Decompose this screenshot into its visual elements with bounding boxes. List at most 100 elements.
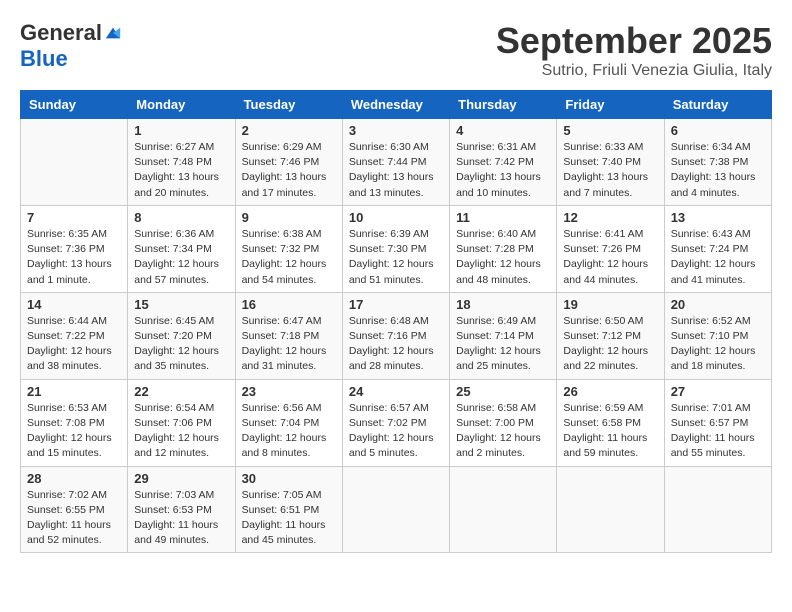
calendar-cell: 3Sunrise: 6:30 AMSunset: 7:44 PMDaylight…	[342, 119, 449, 206]
header-thursday: Thursday	[450, 91, 557, 119]
day-info: Sunrise: 6:43 AMSunset: 7:24 PMDaylight:…	[671, 227, 765, 288]
calendar-cell: 13 Sunrise: 6:43 AMSunset: 7:24 PMDayligh…	[664, 205, 771, 292]
day-info: Sunrise: 6:49 AMSunset: 7:14 PMDaylight:…	[456, 314, 550, 375]
day-number: 11	[456, 210, 550, 225]
day-info: Sunrise: 6:29 AMSunset: 7:46 PMDaylight:…	[242, 140, 336, 201]
calendar-cell: 4 Sunrise: 6:31 AMSunset: 7:42 PMDaylight…	[450, 119, 557, 206]
day-info: Sunrise: 7:01 AMSunset: 6:57 PMDaylight:…	[671, 401, 765, 462]
day-info: Sunrise: 6:39 AMSunset: 7:30 PMDaylight:…	[349, 227, 443, 288]
logo-blue: Blue	[20, 46, 68, 71]
title-section: September 2025 Sutrio, Friuli Venezia Gi…	[496, 20, 772, 80]
day-info: Sunrise: 6:44 AMSunset: 7:22 PMDaylight:…	[27, 314, 121, 375]
day-number: 25	[456, 384, 550, 399]
day-number: 24	[349, 384, 443, 399]
day-number: 29	[134, 471, 228, 486]
header-tuesday: Tuesday	[235, 91, 342, 119]
calendar-cell: 25 Sunrise: 6:58 AMSunset: 7:00 PMDayligh…	[450, 379, 557, 466]
day-number: 21	[27, 384, 121, 399]
subtitle: Sutrio, Friuli Venezia Giulia, Italy	[496, 62, 772, 80]
logo: General Blue	[20, 20, 122, 72]
header-wednesday: Wednesday	[342, 91, 449, 119]
calendar-cell: 19Sunrise: 6:50 AMSunset: 7:12 PMDayligh…	[557, 292, 664, 379]
calendar-cell: 20 Sunrise: 6:52 AMSunset: 7:10 PMDayligh…	[664, 292, 771, 379]
day-number: 7	[27, 210, 121, 225]
day-number: 13	[671, 210, 765, 225]
day-number: 12	[563, 210, 657, 225]
day-info: Sunrise: 6:47 AMSunset: 7:18 PMDaylight:…	[242, 314, 336, 375]
day-number: 5	[563, 123, 657, 138]
calendar-cell: 2 Sunrise: 6:29 AMSunset: 7:46 PMDaylight…	[235, 119, 342, 206]
calendar-cell: 15 Sunrise: 6:45 AMSunset: 7:20 PMDayligh…	[128, 292, 235, 379]
calendar-cell: 28 Sunrise: 7:02 AMSunset: 6:55 PMDayligh…	[21, 466, 128, 553]
day-info: Sunrise: 6:34 AMSunset: 7:38 PMDaylight:…	[671, 140, 765, 201]
calendar-cell	[342, 466, 449, 553]
day-number: 6	[671, 123, 765, 138]
day-info: Sunrise: 6:54 AMSunset: 7:06 PMDaylight:…	[134, 401, 228, 462]
calendar-cell: 30Sunrise: 7:05 AMSunset: 6:51 PMDayligh…	[235, 466, 342, 553]
calendar-header-row: SundayMondayTuesdayWednesdayThursdayFrid…	[21, 91, 772, 119]
day-number: 10	[349, 210, 443, 225]
logo-icon	[104, 24, 122, 42]
calendar-cell: 7 Sunrise: 6:35 AMSunset: 7:36 PMDaylight…	[21, 205, 128, 292]
day-info: Sunrise: 6:35 AMSunset: 7:36 PMDaylight:…	[27, 227, 121, 288]
day-info: Sunrise: 6:58 AMSunset: 7:00 PMDaylight:…	[456, 401, 550, 462]
calendar-cell: 22 Sunrise: 6:54 AMSunset: 7:06 PMDayligh…	[128, 379, 235, 466]
day-number: 15	[134, 297, 228, 312]
header-friday: Friday	[557, 91, 664, 119]
day-number: 8	[134, 210, 228, 225]
day-number: 18	[456, 297, 550, 312]
calendar-cell: 16Sunrise: 6:47 AMSunset: 7:18 PMDayligh…	[235, 292, 342, 379]
day-info: Sunrise: 7:03 AMSunset: 6:53 PMDaylight:…	[134, 488, 228, 549]
header-monday: Monday	[128, 91, 235, 119]
week-row-1: 1 Sunrise: 6:27 AMSunset: 7:48 PMDaylight…	[21, 119, 772, 206]
calendar-cell	[664, 466, 771, 553]
day-number: 9	[242, 210, 336, 225]
calendar-cell: 21 Sunrise: 6:53 AMSunset: 7:08 PMDayligh…	[21, 379, 128, 466]
calendar-cell: 27Sunrise: 7:01 AMSunset: 6:57 PMDayligh…	[664, 379, 771, 466]
day-number: 3	[349, 123, 443, 138]
calendar-cell: 5 Sunrise: 6:33 AMSunset: 7:40 PMDaylight…	[557, 119, 664, 206]
day-number: 14	[27, 297, 121, 312]
calendar-cell	[450, 466, 557, 553]
day-info: Sunrise: 6:31 AMSunset: 7:42 PMDaylight:…	[456, 140, 550, 201]
day-info: Sunrise: 6:40 AMSunset: 7:28 PMDaylight:…	[456, 227, 550, 288]
day-number: 22	[134, 384, 228, 399]
day-number: 4	[456, 123, 550, 138]
day-info: Sunrise: 6:36 AMSunset: 7:34 PMDaylight:…	[134, 227, 228, 288]
day-number: 1	[134, 123, 228, 138]
calendar-cell: 29 Sunrise: 7:03 AMSunset: 6:53 PMDayligh…	[128, 466, 235, 553]
week-row-3: 14 Sunrise: 6:44 AMSunset: 7:22 PMDayligh…	[21, 292, 772, 379]
calendar-cell: 24Sunrise: 6:57 AMSunset: 7:02 PMDayligh…	[342, 379, 449, 466]
calendar-cell: 8 Sunrise: 6:36 AMSunset: 7:34 PMDaylight…	[128, 205, 235, 292]
day-number: 2	[242, 123, 336, 138]
calendar-cell: 14 Sunrise: 6:44 AMSunset: 7:22 PMDayligh…	[21, 292, 128, 379]
calendar: SundayMondayTuesdayWednesdayThursdayFrid…	[20, 90, 772, 553]
day-info: Sunrise: 6:59 AMSunset: 6:58 PMDaylight:…	[563, 401, 657, 462]
day-info: Sunrise: 6:52 AMSunset: 7:10 PMDaylight:…	[671, 314, 765, 375]
day-info: Sunrise: 6:45 AMSunset: 7:20 PMDaylight:…	[134, 314, 228, 375]
day-number: 28	[27, 471, 121, 486]
day-info: Sunrise: 7:05 AMSunset: 6:51 PMDaylight:…	[242, 488, 336, 549]
calendar-cell: 12 Sunrise: 6:41 AMSunset: 7:26 PMDayligh…	[557, 205, 664, 292]
day-info: Sunrise: 6:27 AMSunset: 7:48 PMDaylight:…	[134, 140, 228, 201]
day-info: Sunrise: 6:38 AMSunset: 7:32 PMDaylight:…	[242, 227, 336, 288]
day-info: Sunrise: 7:02 AMSunset: 6:55 PMDaylight:…	[27, 488, 121, 549]
logo-general: General	[20, 20, 102, 46]
week-row-4: 21 Sunrise: 6:53 AMSunset: 7:08 PMDayligh…	[21, 379, 772, 466]
day-info: Sunrise: 6:33 AMSunset: 7:40 PMDaylight:…	[563, 140, 657, 201]
day-info: Sunrise: 6:41 AMSunset: 7:26 PMDaylight:…	[563, 227, 657, 288]
day-number: 20	[671, 297, 765, 312]
day-info: Sunrise: 6:50 AMSunset: 7:12 PMDaylight:…	[563, 314, 657, 375]
page-header: General Blue September 2025 Sutrio, Friu…	[20, 20, 772, 80]
header-sunday: Sunday	[21, 91, 128, 119]
day-info: Sunrise: 6:56 AMSunset: 7:04 PMDaylight:…	[242, 401, 336, 462]
calendar-cell	[557, 466, 664, 553]
day-number: 23	[242, 384, 336, 399]
calendar-cell: 17Sunrise: 6:48 AMSunset: 7:16 PMDayligh…	[342, 292, 449, 379]
calendar-cell: 9 Sunrise: 6:38 AMSunset: 7:32 PMDaylight…	[235, 205, 342, 292]
calendar-cell: 26 Sunrise: 6:59 AMSunset: 6:58 PMDayligh…	[557, 379, 664, 466]
week-row-2: 7 Sunrise: 6:35 AMSunset: 7:36 PMDaylight…	[21, 205, 772, 292]
day-number: 26	[563, 384, 657, 399]
day-info: Sunrise: 6:53 AMSunset: 7:08 PMDaylight:…	[27, 401, 121, 462]
calendar-cell	[21, 119, 128, 206]
